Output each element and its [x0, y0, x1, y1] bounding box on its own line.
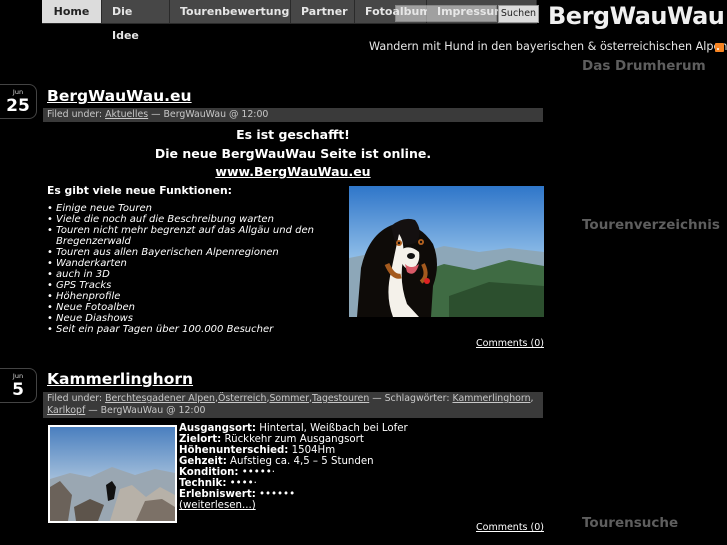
tab-partner[interactable]: Partner	[291, 0, 355, 24]
tag-link[interactable]: Karlkopf	[47, 405, 85, 416]
post-meta: Filed under: Berchtesgadener Alpen,Öster…	[43, 392, 543, 418]
detail-label: Zielort:	[179, 434, 222, 445]
detail-value: •••••·	[238, 467, 275, 478]
detail-row: Erlebniswert: ••••••	[179, 489, 408, 500]
tour-details: Ausgangsort: Hintertal, Weißbach bei Lof…	[179, 423, 408, 511]
detail-label: Erlebniswert:	[179, 489, 256, 500]
detail-value: Rückkehr zum Ausgangsort	[221, 434, 364, 445]
list-item: Neue Diashows	[47, 313, 347, 324]
detail-value: ••••••	[255, 489, 296, 500]
site-title[interactable]: BergWauWau	[548, 2, 725, 30]
comments-link[interactable]: Comments (0)	[476, 338, 544, 349]
detail-value: Hintertal, Weißbach bei Lofer	[255, 423, 408, 434]
post-date-month: Jun	[12, 372, 24, 380]
tour-photo-graphic	[50, 427, 175, 521]
tab-die-idee[interactable]: Die Idee	[102, 0, 170, 42]
site-tagline: Wandern mit Hund in den bayerischen & ös…	[369, 40, 727, 53]
detail-row: Kondition: •••••·	[179, 467, 408, 478]
post-headline-2: Die neue BergWauWau Seite ist online.	[154, 146, 432, 161]
category-link[interactable]: Sommer	[269, 393, 309, 404]
list-item: Seit ein paar Tagen über 100.000 Besuche…	[47, 324, 347, 335]
rss-icon[interactable]	[715, 43, 724, 52]
tag-link[interactable]: Kammerlinghorn	[452, 393, 530, 404]
tour-photo[interactable]	[48, 425, 177, 523]
meta-filed-label: Filed under:	[47, 109, 106, 120]
category-link[interactable]: Tagestouren	[312, 393, 369, 404]
post-date-badge: Jun 25	[0, 84, 37, 119]
category-link[interactable]: Österreich	[218, 393, 267, 404]
detail-label: Kondition:	[179, 467, 239, 478]
post-date-month: Jun	[12, 88, 24, 96]
detail-row: Gehzeit: Aufstieg ca. 4,5 – 5 Stunden	[179, 456, 408, 467]
post-date-day: 5	[12, 380, 24, 400]
read-more-link[interactable]: (weiterlesen...)	[179, 500, 256, 511]
features-list: Einige neue Touren Viele die noch auf di…	[47, 203, 347, 335]
list-item: Einige neue Touren	[47, 203, 347, 214]
detail-label: Gehzeit:	[179, 456, 227, 467]
post-meta: Filed under: Aktuelles — BergWauWau @ 12…	[43, 108, 543, 122]
detail-row: Zielort: Rückkehr zum Ausgangsort	[179, 434, 408, 445]
category-link[interactable]: Aktuelles	[105, 109, 148, 120]
post-date-badge: Jun 5	[0, 368, 37, 403]
features-intro: Es gibt viele neue Funktionen:	[47, 184, 232, 197]
list-item: Wanderkarten	[47, 258, 347, 269]
detail-label: Höhenunterschied:	[179, 445, 289, 456]
list-item: GPS Tracks	[47, 280, 347, 291]
sidebar-heading-tourensuche: Tourensuche	[582, 515, 679, 531]
list-item: auch in 3D	[47, 269, 347, 280]
post-title[interactable]: BergWauWau.eu	[47, 87, 192, 105]
comments-link[interactable]: Comments (0)	[476, 522, 544, 533]
dog-photo-graphic	[349, 186, 544, 317]
detail-label: Technik:	[179, 478, 227, 489]
list-item: Viele die noch auf die Beschreibung wart…	[47, 214, 347, 225]
search-button[interactable]: Suchen	[498, 5, 539, 23]
dog-photo	[349, 186, 544, 317]
meta-filed-label: Filed under:	[47, 393, 106, 404]
detail-row: Technik: ••••·	[179, 478, 408, 489]
post-headline-1: Es ist geschafft!	[236, 127, 350, 142]
meta-author-time: — BergWauWau @ 12:00	[148, 109, 269, 120]
detail-row: Ausgangsort: Hintertal, Weißbach bei Lof…	[179, 423, 408, 434]
post-date-day: 25	[6, 96, 30, 116]
detail-row: Höhenunterschied: 1504Hm	[179, 445, 408, 456]
list-item: Touren aus allen Bayerischen Alpenregion…	[47, 247, 347, 258]
detail-value: Aufstieg ca. 4,5 – 5 Stunden	[226, 456, 374, 467]
list-item: Neue Fotoalben	[47, 302, 347, 313]
site-link[interactable]: www.BergWauWau.eu	[43, 164, 543, 179]
detail-value: ••••·	[226, 478, 257, 489]
post-title[interactable]: Kammerlinghorn	[47, 370, 193, 388]
sidebar-heading-drumherum: Das Drumherum	[582, 58, 706, 74]
list-item: Höhenprofile	[47, 291, 347, 302]
tab-home[interactable]: Home	[42, 0, 102, 24]
tab-tourenbewertung[interactable]: Tourenbewertung	[170, 0, 291, 24]
sidebar-heading-tourenverzeichnis: Tourenverzeichnis	[582, 217, 720, 233]
category-link[interactable]: Berchtesgadener Alpen	[105, 393, 215, 404]
meta-author-time: — BergWauWau @ 12:00	[85, 405, 206, 416]
list-item: Touren nicht mehr begrenzt auf das Allgä…	[47, 225, 347, 247]
detail-row: (weiterlesen...)	[179, 500, 408, 511]
detail-label: Ausgangsort:	[179, 423, 256, 434]
search-input[interactable]	[395, 5, 497, 22]
detail-value: 1504Hm	[288, 445, 336, 456]
meta-tags-label: — Schlagwörter:	[369, 393, 453, 404]
